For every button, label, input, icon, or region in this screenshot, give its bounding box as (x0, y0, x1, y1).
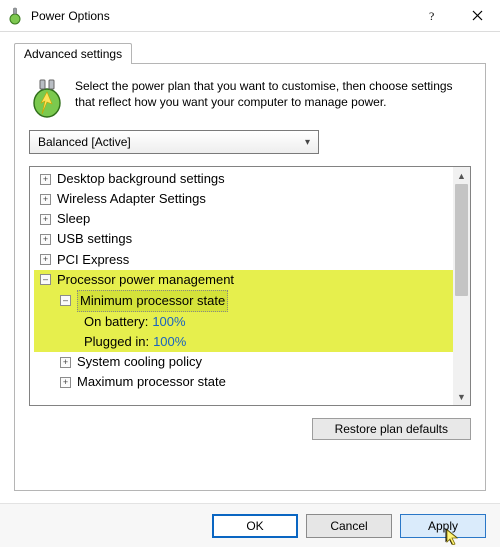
scroll-thumb[interactable] (455, 184, 468, 296)
intro-row: Select the power plan that you want to c… (29, 78, 471, 118)
intro-text: Select the power plan that you want to c… (75, 78, 471, 118)
power-plan-icon (29, 78, 65, 118)
value-plugged-in: 100% (153, 332, 186, 352)
power-plan-dropdown[interactable]: Balanced [Active] ▾ (29, 130, 319, 154)
collapse-icon[interactable]: – (40, 274, 51, 285)
tree-item-min-processor-state[interactable]: –Minimum processor state (34, 290, 466, 312)
expand-icon[interactable]: + (60, 357, 71, 368)
expand-icon[interactable]: + (40, 194, 51, 205)
ok-button[interactable]: OK (212, 514, 298, 538)
tree-value-on-battery[interactable]: On battery:100% (34, 312, 466, 332)
scroll-track[interactable] (453, 184, 470, 388)
restore-row: Restore plan defaults (29, 418, 471, 440)
tree-item-usb-settings[interactable]: +USB settings (30, 229, 470, 249)
svg-text:?: ? (429, 10, 434, 22)
tab-advanced-settings[interactable]: Advanced settings (14, 43, 132, 64)
tree-item-wireless-adapter[interactable]: +Wireless Adapter Settings (30, 189, 470, 209)
tree-item-processor-power-management[interactable]: –Processor power management (34, 270, 466, 290)
chevron-down-icon: ▾ (305, 137, 310, 148)
cancel-button[interactable]: Cancel (306, 514, 392, 538)
dialog-footer: OK Cancel Apply (0, 503, 500, 547)
window-title: Power Options (31, 9, 410, 23)
expand-icon[interactable]: + (60, 377, 71, 388)
tab-strip: Advanced settings (14, 43, 486, 64)
restore-defaults-button[interactable]: Restore plan defaults (312, 418, 471, 440)
expand-icon[interactable]: + (40, 214, 51, 225)
app-icon (6, 7, 24, 25)
highlighted-group: –Processor power management –Minimum pro… (34, 270, 466, 353)
tree-value-plugged-in[interactable]: Plugged in:100% (34, 332, 466, 352)
close-button[interactable] (455, 0, 500, 32)
scroll-up-icon[interactable]: ▲ (453, 167, 470, 184)
expand-icon[interactable]: + (40, 174, 51, 185)
client-area: Advanced settings Select the power plan … (0, 32, 500, 503)
expand-icon[interactable]: + (40, 254, 51, 265)
apply-button[interactable]: Apply (400, 514, 486, 538)
title-bar: Power Options ? (0, 0, 500, 32)
tree-item-max-processor-state[interactable]: +Maximum processor state (30, 372, 470, 392)
selected-label: Minimum processor state (77, 290, 228, 312)
tree-content: +Desktop background settings +Wireless A… (30, 167, 470, 395)
tree-item-system-cooling-policy[interactable]: +System cooling policy (30, 352, 470, 372)
help-button[interactable]: ? (410, 0, 455, 32)
scrollbar[interactable]: ▲ ▼ (453, 167, 470, 405)
collapse-icon[interactable]: – (60, 295, 71, 306)
value-on-battery: 100% (152, 312, 185, 332)
tab-panel: Select the power plan that you want to c… (14, 63, 486, 491)
settings-tree: +Desktop background settings +Wireless A… (29, 166, 471, 406)
tree-item-pci-express[interactable]: +PCI Express (30, 250, 470, 270)
power-plan-selected: Balanced [Active] (38, 135, 131, 149)
tree-item-sleep[interactable]: +Sleep (30, 209, 470, 229)
scroll-down-icon[interactable]: ▼ (453, 388, 470, 405)
expand-icon[interactable]: + (40, 234, 51, 245)
tree-item-desktop-background[interactable]: +Desktop background settings (30, 169, 470, 189)
